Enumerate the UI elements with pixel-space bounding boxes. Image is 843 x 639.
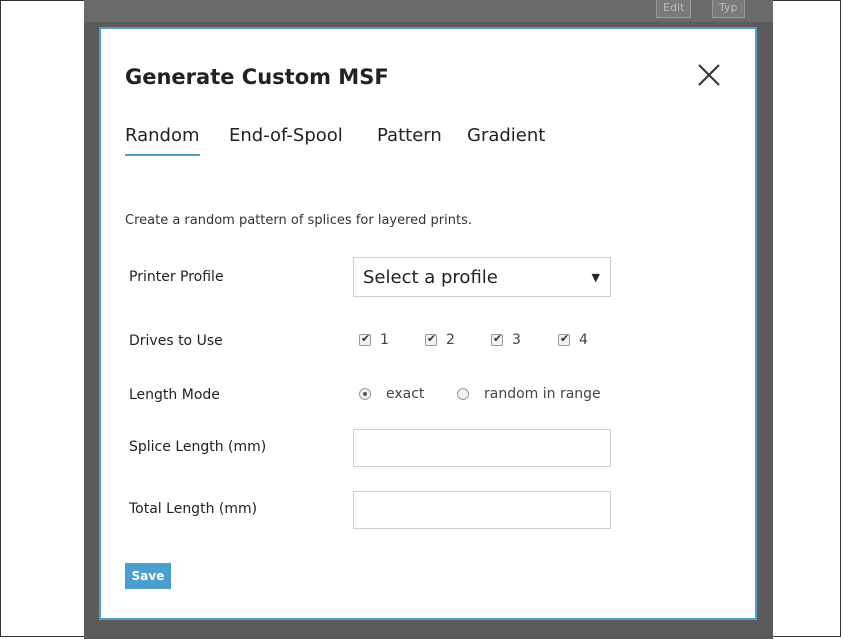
checkbox-checked-icon [491, 332, 503, 346]
drives-label: Drives to Use [129, 333, 223, 349]
length-mode-label: Length Mode [129, 387, 220, 403]
drive-3-label: 3 [512, 332, 521, 348]
total-length-input[interactable] [353, 491, 611, 529]
length-mode-random-label: random in range [484, 386, 601, 402]
tab-end-of-spool[interactable]: End-of-Spool [229, 125, 343, 146]
total-length-label: Total Length (mm) [129, 501, 258, 517]
generate-msf-dialog: Generate Custom MSF Random End-of-Spool … [99, 27, 757, 620]
drive-2-label: 2 [446, 332, 455, 348]
length-mode-exact-label: exact [386, 386, 425, 402]
tab-random[interactable]: Random [125, 125, 200, 156]
background-toolbar: Edit Typ [84, 0, 773, 22]
dialog-title: Generate Custom MSF [125, 65, 389, 89]
checkbox-checked-icon [558, 332, 570, 346]
close-icon[interactable] [695, 61, 723, 89]
save-button[interactable]: Save [125, 563, 171, 589]
printer-profile-value: Select a profile [363, 267, 498, 288]
background-edit-button: Edit [656, 0, 692, 18]
splice-length-label: Splice Length (mm) [129, 439, 267, 455]
printer-profile-label: Printer Profile [129, 269, 224, 285]
background-type-button: Typ [712, 0, 745, 18]
tab-gradient[interactable]: Gradient [467, 125, 545, 146]
printer-profile-select[interactable]: Select a profile ▼ [353, 257, 611, 297]
tab-pattern[interactable]: Pattern [377, 125, 442, 146]
dropdown-caret-icon: ▼ [591, 271, 600, 284]
checkbox-checked-icon [359, 332, 371, 346]
radio-unselected-icon [457, 388, 469, 400]
drive-4-label: 4 [579, 332, 588, 348]
splice-length-input[interactable] [353, 429, 611, 467]
radio-selected-icon [359, 388, 371, 400]
checkbox-checked-icon [425, 332, 437, 346]
drive-1-label: 1 [380, 332, 389, 348]
dialog-description: Create a random pattern of splices for l… [125, 213, 473, 228]
